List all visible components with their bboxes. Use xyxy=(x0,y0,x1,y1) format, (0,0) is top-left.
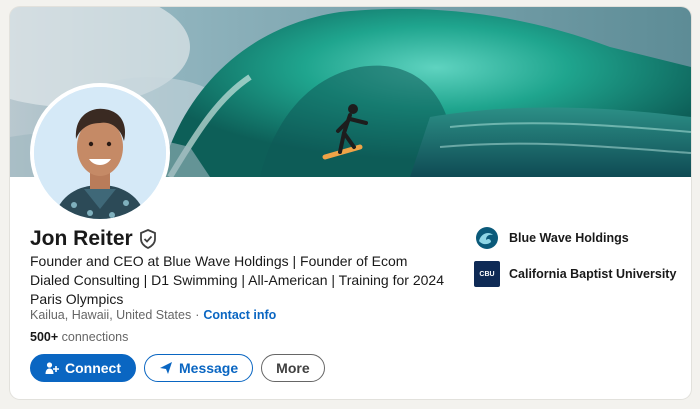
org-name: California Baptist University xyxy=(509,267,677,281)
org-item-california-baptist-university[interactable]: CBU California Baptist University xyxy=(474,261,676,287)
contact-info-link[interactable]: Contact info xyxy=(203,308,276,322)
message-button[interactable]: Message xyxy=(144,354,254,382)
profile-headline: Founder and CEO at Blue Wave Holdings | … xyxy=(30,253,444,307)
connect-button[interactable]: Connect xyxy=(30,354,136,382)
org-item-blue-wave-holdings[interactable]: Blue Wave Holdings xyxy=(474,225,676,251)
cbu-logo-icon: CBU xyxy=(474,261,500,287)
action-buttons: Connect Message More xyxy=(30,354,325,382)
wave-logo-icon xyxy=(474,225,500,251)
message-button-label: Message xyxy=(179,360,239,376)
profile-name: Jon Reiter xyxy=(30,227,133,250)
more-button[interactable]: More xyxy=(261,354,325,382)
profile-card: Jon Reiter Founder and CEO at Blue Wave … xyxy=(10,7,691,399)
name-row: Jon Reiter xyxy=(30,227,157,251)
connections-number: 500+ xyxy=(30,330,59,344)
connect-button-label: Connect xyxy=(65,360,121,376)
profile-location: Kailua, Hawaii, United States xyxy=(30,308,192,322)
organizations-list: Blue Wave Holdings CBU California Baptis… xyxy=(474,225,676,297)
org-name: Blue Wave Holdings xyxy=(509,231,629,245)
separator: · xyxy=(195,308,200,322)
more-button-label: More xyxy=(276,360,310,376)
add-person-icon xyxy=(45,362,59,374)
avatar[interactable] xyxy=(30,83,170,223)
connections-label: connections xyxy=(61,330,129,344)
location-line: Kailua, Hawaii, United States · Contact in… xyxy=(30,308,276,322)
connections-count[interactable]: 500+ connections xyxy=(30,330,128,344)
send-icon xyxy=(160,362,172,374)
verified-shield-icon[interactable] xyxy=(139,229,157,250)
